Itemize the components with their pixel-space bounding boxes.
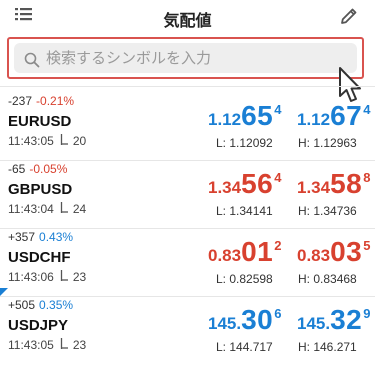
bid-price-pips: 56 — [241, 168, 274, 199]
change-percent: -0.05% — [29, 162, 68, 176]
symbol-name: GBPUSD — [8, 181, 73, 198]
symbol-name: EURUSD — [8, 113, 72, 130]
bid-price-major: 1.34 — [208, 178, 242, 197]
change-points: +505 — [8, 298, 36, 312]
divider — [0, 296, 375, 297]
low-price: L: 1.34141 — [216, 204, 273, 218]
bid-price-fraction: 2 — [274, 238, 282, 253]
bid-price[interactable]: 1.12654 — [208, 100, 282, 131]
low-price: L: 0.82598 — [216, 272, 273, 286]
bid-price[interactable]: 1.34564 — [208, 168, 282, 199]
bid-price-major: 145. — [208, 314, 242, 333]
change-line: -237 -0.21% — [8, 94, 74, 108]
quote-row[interactable]: -237 -0.21% EURUSD 11:43:05 20 1.12654 1.… — [0, 94, 375, 162]
quote-row[interactable]: +505 0.35% USDJPY 11:43:05 23 145.306 145… — [0, 288, 375, 366]
change-line: +357 0.43% — [8, 230, 73, 244]
quote-time: 11:43:05 — [8, 134, 54, 148]
bid-price-fraction: 6 — [274, 306, 282, 321]
ask-price-major: 145. — [297, 314, 331, 333]
page-title: 気配値 — [163, 11, 212, 30]
change-points: -237 — [8, 94, 33, 108]
bid-price-pips: 01 — [241, 236, 274, 267]
divider — [0, 228, 375, 229]
quote-time-line: 11:43:05 20 — [8, 134, 86, 148]
quote-time-line: 11:43:05 23 — [8, 338, 86, 352]
quote-time: 11:43:06 — [8, 270, 54, 284]
ask-price[interactable]: 145.329 — [297, 304, 371, 335]
bid-price-major: 1.12 — [208, 110, 242, 129]
spread-value: 23 — [72, 338, 87, 352]
ask-price[interactable]: 0.83035 — [297, 236, 371, 267]
divider — [0, 160, 375, 161]
bid-price-major: 0.83 — [208, 246, 242, 265]
bid-price-fraction: 4 — [274, 170, 282, 185]
change-points: +357 — [8, 230, 36, 244]
bid-price[interactable]: 0.83012 — [208, 236, 282, 267]
ask-price-fraction: 9 — [363, 306, 371, 321]
header: 気配値 — [0, 0, 375, 34]
pencil-icon[interactable] — [339, 6, 359, 31]
ask-price[interactable]: 1.34588 — [297, 168, 371, 199]
search-icon — [24, 52, 40, 68]
low-price: L: 144.717 — [216, 340, 273, 354]
ask-price-pips: 03 — [330, 236, 363, 267]
bid-price-pips: 65 — [241, 100, 274, 131]
high-price: H: 1.12963 — [298, 136, 357, 150]
change-percent: 0.35% — [39, 298, 74, 312]
change-points: -65 — [8, 162, 26, 176]
spread-icon — [60, 202, 69, 216]
search-box[interactable] — [14, 43, 357, 73]
search-input[interactable] — [46, 43, 346, 73]
quote-row[interactable]: +357 0.43% USDCHF 11:43:06 23 0.83012 0.8… — [0, 230, 375, 298]
change-percent: -0.21% — [36, 94, 75, 108]
ask-price-major: 0.83 — [297, 246, 331, 265]
new-indicator-corner — [0, 288, 8, 296]
ask-price-major: 1.12 — [297, 110, 331, 129]
quote-time: 11:43:05 — [8, 338, 54, 352]
ask-price[interactable]: 1.12674 — [297, 100, 371, 131]
spread-value: 23 — [72, 270, 87, 284]
quote-time-line: 11:43:04 24 — [8, 202, 86, 216]
ask-price-fraction: 5 — [363, 238, 371, 253]
high-price: H: 1.34736 — [298, 204, 357, 218]
ask-price-pips: 58 — [330, 168, 363, 199]
ask-price-pips: 67 — [330, 100, 363, 131]
ask-price-major: 1.34 — [297, 178, 331, 197]
symbol-name: USDJPY — [8, 317, 69, 334]
ask-price-pips: 32 — [330, 304, 363, 335]
change-percent: 0.43% — [39, 230, 74, 244]
bid-price[interactable]: 145.306 — [208, 304, 282, 335]
symbol-name: USDCHF — [8, 249, 71, 266]
spread-icon — [60, 270, 69, 284]
change-line: +505 0.35% — [8, 298, 73, 312]
divider — [0, 86, 375, 87]
spread-icon — [60, 134, 69, 148]
quote-time-line: 11:43:06 23 — [8, 270, 86, 284]
ask-price-fraction: 8 — [363, 170, 371, 185]
low-price: L: 1.12092 — [216, 136, 273, 150]
bid-price-fraction: 4 — [274, 102, 282, 117]
bid-price-pips: 30 — [241, 304, 274, 335]
spread-value: 24 — [72, 202, 87, 216]
spread-value: 20 — [72, 134, 87, 148]
search-highlight — [7, 37, 364, 79]
high-price: H: 146.271 — [298, 340, 357, 354]
ask-price-fraction: 4 — [363, 102, 371, 117]
change-line: -65 -0.05% — [8, 162, 67, 176]
quote-row[interactable]: -65 -0.05% GBPUSD 11:43:04 24 1.34564 1.3… — [0, 162, 375, 230]
quote-time: 11:43:04 — [8, 202, 54, 216]
spread-icon — [60, 338, 69, 352]
high-price: H: 0.83468 — [298, 272, 357, 286]
